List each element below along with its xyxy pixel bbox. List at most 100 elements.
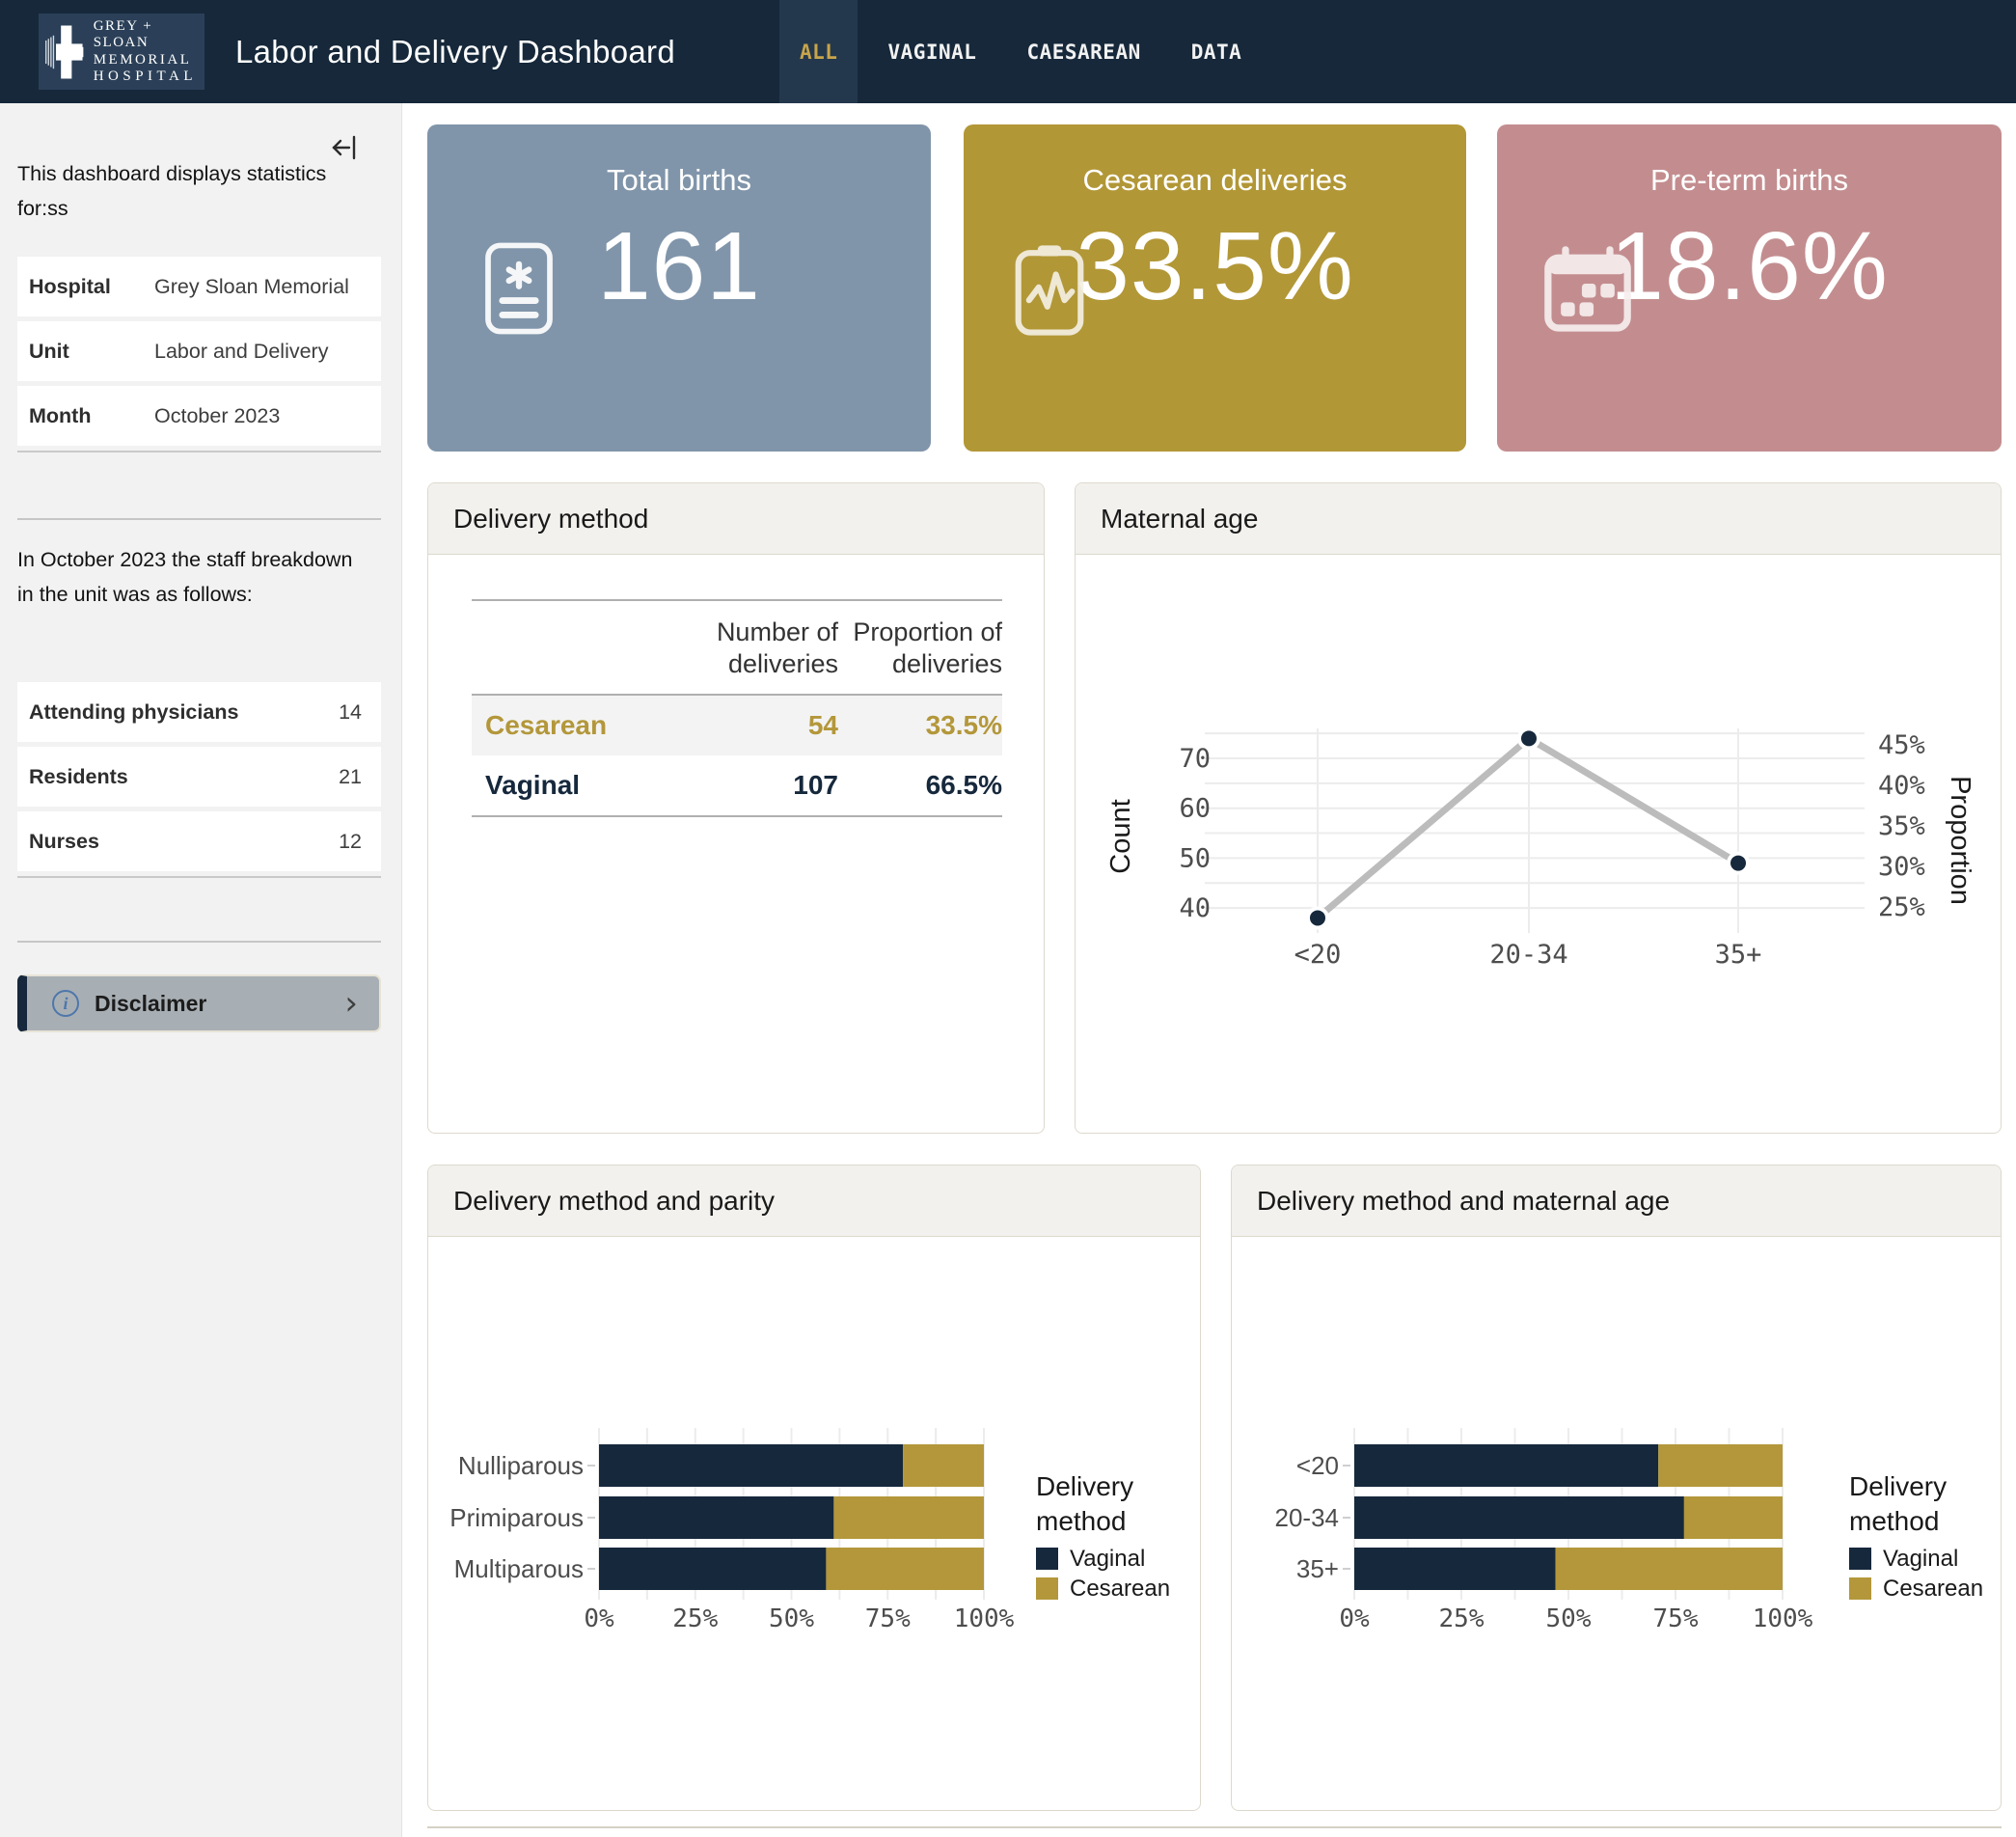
svg-text:<20: <20 [1294, 940, 1342, 970]
table-row: Hospital Grey Sloan Memorial [17, 257, 381, 316]
table-row: Month October 2023 [17, 386, 381, 446]
svg-text:<20: <20 [1296, 1451, 1339, 1480]
svg-text:method: method [1849, 1506, 1939, 1536]
sidebar-intro-text: This dashboard displays statistics for:s… [17, 156, 374, 226]
row-label: Month [29, 404, 154, 428]
row-label: Nurses [29, 830, 99, 854]
dashboard-page: GREY + SLOAN MEMORIAL HOSPITAL Labor and… [0, 0, 2016, 1837]
tab-vaginal[interactable]: VAGINAL [867, 0, 996, 103]
column-header: Number of deliveries [626, 617, 838, 680]
row-value: 14 [339, 700, 362, 725]
card-delivery-method: Delivery method Number of deliveries Pro… [427, 482, 1045, 1134]
row-value: 12 [339, 830, 362, 854]
navbar: GREY + SLOAN MEMORIAL HOSPITAL Labor and… [0, 0, 2016, 103]
value-box-title: Pre-term births [1497, 163, 2002, 198]
disclaimer-label: Disclaimer [95, 991, 206, 1017]
divider [17, 941, 381, 943]
file-medical-icon [483, 242, 555, 340]
svg-text:Delivery: Delivery [1849, 1471, 1947, 1501]
value-box-preterm: Pre-term births 18.6% [1497, 124, 2002, 452]
svg-text:50: 50 [1179, 843, 1211, 873]
svg-text:Cesarean: Cesarean [1070, 1576, 1170, 1602]
row-label: Residents [29, 765, 128, 789]
svg-text:100%: 100% [1753, 1604, 1813, 1633]
tab-data[interactable]: DATA [1171, 0, 1263, 103]
svg-text:40%: 40% [1878, 771, 1925, 801]
table-row: Residents 21 [17, 747, 381, 807]
svg-text:30%: 30% [1878, 852, 1925, 882]
row-label: Vaginal [472, 770, 626, 801]
hospital-logo-text: GREY + SLOAN MEMORIAL HOSPITAL [94, 18, 197, 85]
table-bottom-rule [17, 451, 381, 452]
chevron-right-icon: › [344, 987, 358, 1020]
value-box-title: Cesarean deliveries [964, 163, 1466, 198]
row-label: Attending physicians [29, 700, 238, 725]
divider [17, 518, 381, 520]
svg-text:25%: 25% [1439, 1604, 1485, 1633]
svg-text:Count: Count [1105, 799, 1136, 873]
svg-text:Primiparous: Primiparous [450, 1503, 584, 1532]
column-header: Proportion of deliveries [838, 617, 1002, 680]
value-box-cesarean: Cesarean deliveries 33.5% [964, 124, 1466, 452]
card-maternal-age: Maternal age 4050607025%30%35%40%45%<202… [1075, 482, 2002, 1134]
row-value: Grey Sloan Memorial [154, 275, 349, 299]
maternal-age-line-chart: 4050607025%30%35%40%45%<2020-3435+CountP… [1076, 555, 2001, 1134]
hospital-logo: GREY + SLOAN MEMORIAL HOSPITAL [39, 14, 204, 90]
svg-text:Delivery: Delivery [1036, 1471, 1133, 1501]
svg-text:35+: 35+ [1296, 1554, 1339, 1583]
value-box-total-births: Total births 161 [427, 124, 931, 452]
sidebar: This dashboard displays statistics for:s… [0, 103, 402, 1837]
svg-text:50%: 50% [769, 1604, 814, 1633]
table-row: Nurses 12 [17, 811, 381, 871]
svg-text:Multiparous: Multiparous [454, 1554, 584, 1583]
row-label: Cesarean [472, 710, 626, 741]
svg-text:25%: 25% [672, 1604, 718, 1633]
svg-text:20-34: 20-34 [1275, 1503, 1340, 1532]
svg-text:0%: 0% [1339, 1604, 1370, 1633]
calendar-week-icon [1543, 246, 1632, 338]
row-proportion: 33.5% [838, 710, 1002, 741]
staff-intro-text: In October 2023 the staff breakdown in t… [17, 542, 374, 612]
svg-text:Vaginal: Vaginal [1883, 1546, 1958, 1572]
table-header-row: Number of deliveries Proportion of deliv… [472, 601, 1002, 694]
info-icon: i [52, 990, 79, 1017]
svg-text:35+: 35+ [1715, 940, 1762, 970]
card-delivery-maternal-age: Delivery method and maternal age <2020-3… [1231, 1165, 2002, 1811]
table-bottom-rule [17, 876, 381, 878]
table-row-cesarean: Cesarean 54 33.5% [472, 696, 1002, 755]
report-info-table: Hospital Grey Sloan Memorial Unit Labor … [17, 257, 381, 452]
staff-table: Attending physicians 14 Residents 21 Nur… [17, 682, 381, 878]
parity-stacked-bar-chart: NulliparousPrimiparousMultiparous0%25%50… [428, 1237, 1200, 1811]
svg-text:35%: 35% [1878, 811, 1925, 841]
table-row: Attending physicians 14 [17, 682, 381, 742]
svg-text:Cesarean: Cesarean [1883, 1576, 1983, 1602]
row-value: 21 [339, 765, 362, 789]
logo-line: HOSPITAL [94, 69, 197, 85]
delivery-method-table: Number of deliveries Proportion of deliv… [472, 599, 1002, 817]
value-box-title: Total births [427, 163, 931, 198]
hospital-cross-icon [44, 21, 88, 83]
card-title: Delivery method and parity [428, 1165, 1200, 1237]
table-row-vaginal: Vaginal 107 66.5% [472, 755, 1002, 815]
svg-text:40: 40 [1179, 893, 1211, 923]
svg-text:70: 70 [1179, 744, 1211, 774]
svg-text:20-34: 20-34 [1489, 940, 1567, 970]
tab-all[interactable]: ALL [779, 0, 858, 103]
card-title: Maternal age [1076, 483, 2001, 555]
svg-text:Nulliparous: Nulliparous [458, 1451, 584, 1480]
row-count: 107 [626, 770, 838, 801]
svg-text:45%: 45% [1878, 730, 1925, 760]
disclaimer-button[interactable]: i Disclaimer › [17, 974, 381, 1032]
svg-text:Proportion: Proportion [1945, 776, 1975, 905]
tab-caesarean[interactable]: CAESAREAN [1006, 0, 1160, 103]
row-value: October 2023 [154, 404, 280, 428]
row-count: 54 [626, 710, 838, 741]
svg-text:75%: 75% [1653, 1604, 1699, 1633]
svg-text:Vaginal: Vaginal [1070, 1546, 1145, 1572]
row-proportion: 66.5% [838, 770, 1002, 801]
card-delivery-parity: Delivery method and parity Nulliparous Pr… [427, 1165, 1201, 1811]
card-title: Delivery method [428, 483, 1044, 555]
row-value: Labor and Delivery [154, 340, 328, 364]
row-label: Unit [29, 340, 154, 364]
svg-text:60: 60 [1179, 794, 1211, 824]
